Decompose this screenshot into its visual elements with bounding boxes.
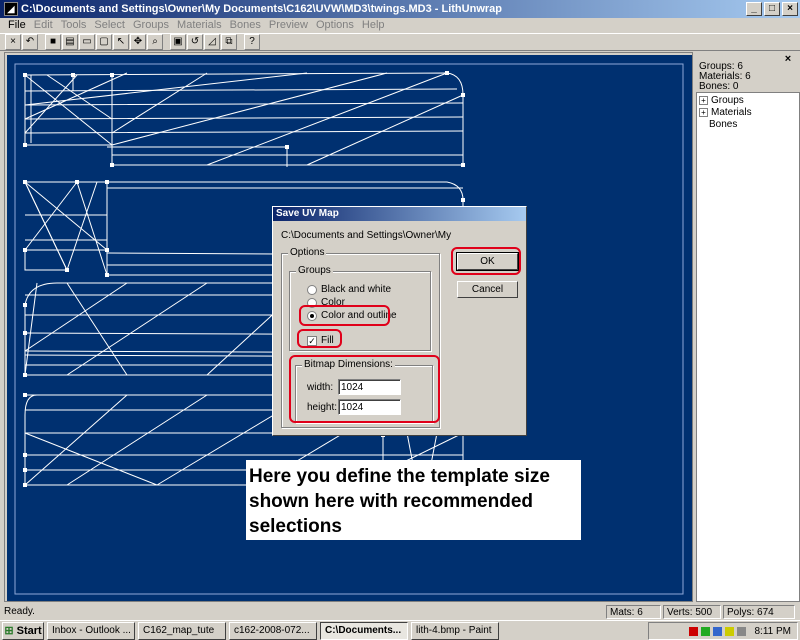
options-label: Options [288,247,327,258]
cancel-button[interactable]: Cancel [457,281,518,298]
volume-icon[interactable] [736,626,746,636]
save-icon[interactable]: ■ [45,34,61,50]
help-icon[interactable]: ? [244,34,260,50]
start-label: Start [16,624,42,637]
caption-line-3: selections [249,516,342,537]
fill-highlight [297,329,342,348]
status-bar: Ready. Mats: 6 Verts: 500 Polys: 674 [0,604,800,620]
output-path: C:\Documents and Settings\Owner\My [281,230,452,241]
task-folder[interactable]: C162_map_tute [138,621,226,640]
expand-icon[interactable]: + [699,95,708,105]
outline-highlight [299,305,390,326]
group-panel: × Groups: 6 Materials: 6 Bones: 0 + Grou… [696,52,800,602]
tutorial-caption: Here you define the template size shown … [246,460,581,540]
copy-icon[interactable]: ⧉ [221,34,237,50]
select-rect-icon[interactable]: ▭ [79,34,95,50]
dialog-title: Save UV Map [273,207,526,221]
caption-line-1: Here you define the template size [249,466,550,487]
fit-view-icon[interactable]: ▣ [170,34,186,50]
radio-label: Black and white [321,284,392,295]
minimize-button[interactable]: _ [746,2,762,16]
network-icon[interactable] [712,626,722,636]
status-text: Ready. [4,606,35,617]
ok-highlight [451,247,521,275]
flip-icon[interactable]: ◿ [204,34,220,50]
tree-item-label: Materials [711,106,752,118]
menu-materials[interactable]: Materials [173,18,226,32]
task-paint[interactable]: lith-4.bmp - Paint [411,621,499,640]
close-button[interactable]: × [782,2,798,16]
menu-help[interactable]: Help [358,18,389,32]
tree-item-materials[interactable]: + Materials [697,106,799,118]
tree-item-bones[interactable]: Bones [697,118,799,130]
menu-select[interactable]: Select [90,18,129,32]
menu-bar: File Edit Tools Select Groups Materials … [0,18,800,32]
caption-line-2: shown here with recommended [249,491,533,512]
model-tree[interactable]: + Groups + Materials Bones [696,92,800,602]
menu-bones[interactable]: Bones [226,18,265,32]
menu-options[interactable]: Options [312,18,358,32]
security-icon[interactable] [724,626,734,636]
verts-count: Verts: 500 [663,605,721,619]
mats-count: Mats: 6 [606,605,661,619]
save-uv-icon[interactable]: ▤ [62,34,78,50]
select-all-icon[interactable]: ▢ [96,34,112,50]
move-icon[interactable]: ✥ [130,34,146,50]
menu-groups[interactable]: Groups [129,18,173,32]
pointer-icon[interactable]: ↖ [113,34,129,50]
radio-black-and-white[interactable]: Black and white [307,284,391,295]
taskbar: ⊞ Start Inbox - Outlook ... C162_map_tut… [0,620,800,640]
groups-label: Groups [296,265,333,276]
close-model-icon[interactable]: × [5,34,21,50]
title-bar: ◢ C:\Documents and Settings\Owner\My Doc… [0,0,800,18]
polys-count: Polys: 674 [723,605,795,619]
undo-icon[interactable]: ↶ [22,34,38,50]
system-tray: 8:11 PM [648,622,798,640]
bitmap-highlight [289,355,440,423]
model-info: Groups: 6 Materials: 6 Bones: 0 [699,62,797,90]
task-outlook[interactable]: Inbox - Outlook ... [47,621,135,640]
task-document[interactable]: c162-2008-072... [229,621,317,640]
zoom-icon[interactable]: ⌕ [147,34,163,50]
messenger-icon[interactable] [700,626,710,636]
start-button[interactable]: ⊞ Start [2,621,44,640]
window-title: C:\Documents and Settings\Owner\My Docum… [21,3,502,15]
tree-item-label: Groups [711,94,744,106]
menu-file[interactable]: File [4,18,30,32]
tree-item-groups[interactable]: + Groups [697,94,799,106]
save-uv-map-dialog: Save UV Map C:\Documents and Settings\Ow… [272,206,527,436]
zonealarm-icon[interactable] [688,626,698,636]
windows-logo-icon: ⊞ [4,624,14,637]
bones-count: Bones: 0 [699,81,739,91]
app-icon[interactable]: ◢ [4,2,18,16]
radio-icon[interactable] [307,284,317,295]
menu-edit[interactable]: Edit [30,18,57,32]
menu-preview[interactable]: Preview [265,18,312,32]
task-lithunwrap[interactable]: C:\Documents... [320,621,408,640]
rotate-icon[interactable]: ↺ [187,34,203,50]
toolbar: × ↶ ■ ▤ ▭ ▢ ↖ ✥ ⌕ ▣ ↺ ◿ ⧉ ? [0,33,800,51]
tree-item-label: Bones [709,118,738,130]
menu-tools[interactable]: Tools [57,18,91,32]
expand-icon[interactable]: + [699,107,708,117]
clock: 8:11 PM [754,625,792,637]
maximize-button[interactable]: □ [764,2,780,16]
